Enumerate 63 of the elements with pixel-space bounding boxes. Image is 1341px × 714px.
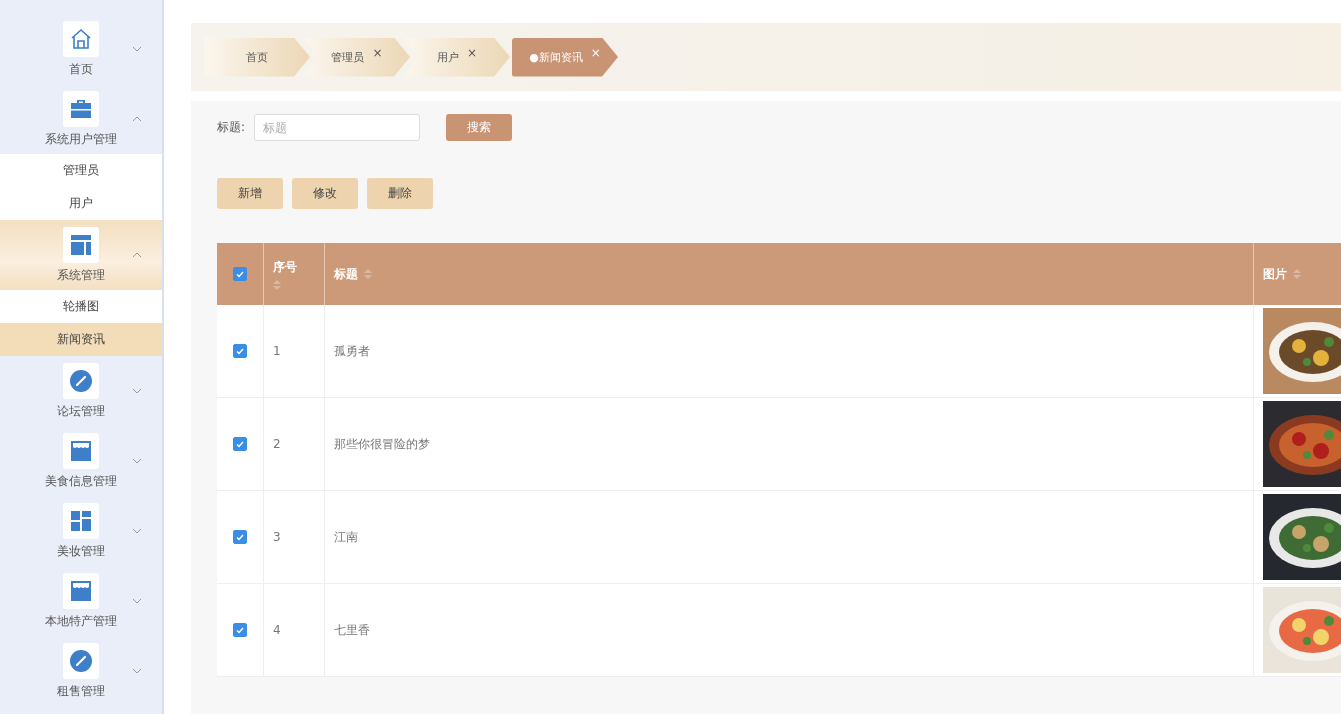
row-checkbox[interactable]	[233, 344, 247, 358]
menu-item[interactable]: 美妆管理	[0, 496, 162, 566]
menu-label: 首页	[69, 60, 93, 78]
checkmark-icon	[236, 347, 244, 355]
grid-icon	[69, 508, 93, 533]
chevron-down-icon	[132, 668, 142, 674]
row-checkbox[interactable]	[233, 530, 247, 544]
menu-item[interactable]: 系统用户管理	[0, 84, 162, 154]
checkmark-icon	[236, 440, 244, 448]
table-cell: 那些你很冒险的梦	[334, 435, 430, 453]
chevron-down-icon	[132, 528, 142, 534]
search-label: 标题:	[217, 119, 246, 136]
action-button[interactable]: 新增	[217, 178, 283, 209]
table-cell: 七里香	[334, 621, 370, 639]
menu-item[interactable]: 租售管理	[0, 636, 162, 706]
chevron-up-icon	[132, 116, 142, 122]
chevron-down-icon	[132, 46, 142, 52]
action-button[interactable]: 删除	[367, 178, 433, 209]
menu-item[interactable]: 首页	[0, 14, 162, 84]
checkmark-icon	[236, 270, 244, 278]
home-icon	[69, 26, 93, 51]
shop-icon	[69, 578, 93, 603]
table-cell: 孤勇者	[334, 342, 370, 360]
menu-label: 系统管理	[57, 266, 105, 284]
menu-label: 美食信息管理	[45, 472, 117, 490]
chevron-down-icon	[132, 598, 142, 604]
menu-label: 本地特产管理	[45, 612, 117, 630]
submenu-item[interactable]: 用户	[0, 187, 162, 220]
submenu-item[interactable]: 新闻资讯	[0, 323, 162, 356]
select-all-checkbox[interactable]	[233, 267, 247, 281]
table-cell: 2	[273, 437, 281, 451]
close-icon[interactable]: ×	[466, 46, 478, 60]
checkmark-icon	[236, 533, 244, 541]
menu-label: 美妆管理	[57, 542, 105, 560]
breadcrumb-tab[interactable]: 首页	[204, 37, 310, 77]
submenu-item[interactable]: 轮播图	[0, 290, 162, 323]
layout-icon	[69, 232, 93, 257]
chevron-down-icon	[132, 458, 142, 464]
menu-item[interactable]: 本地特产管理	[0, 566, 162, 636]
table-cell: 江南	[334, 528, 358, 546]
table-cell: 1	[273, 344, 281, 358]
menu-label: 论坛管理	[57, 402, 105, 420]
chevron-up-icon	[132, 252, 142, 258]
close-icon[interactable]: ×	[372, 46, 383, 60]
breadcrumb-tab[interactable]: 管理员 ×	[304, 37, 410, 77]
menu-label: 租售管理	[57, 682, 105, 700]
menu-item[interactable]: 论坛管理	[0, 356, 162, 426]
menu-label: 系统用户管理	[45, 130, 117, 148]
gauge-icon	[69, 368, 93, 393]
search-field[interactable]: 标题	[254, 114, 421, 141]
breadcrumb-tab[interactable]: 用户 ×	[404, 37, 510, 77]
checkmark-icon	[236, 626, 244, 634]
menu-item[interactable]: 美食信息管理	[0, 426, 162, 496]
chevron-down-icon	[132, 388, 142, 394]
table-cell: 4	[273, 623, 281, 637]
gauge-icon	[69, 648, 93, 673]
row-checkbox[interactable]	[233, 437, 247, 451]
submenu-item[interactable]: 管理员	[0, 154, 162, 187]
shop-icon	[69, 438, 93, 463]
table-cell: 3	[273, 530, 281, 544]
action-button[interactable]: 修改	[292, 178, 358, 209]
menu-item[interactable]: 系统管理	[0, 220, 162, 290]
row-checkbox[interactable]	[233, 623, 247, 637]
